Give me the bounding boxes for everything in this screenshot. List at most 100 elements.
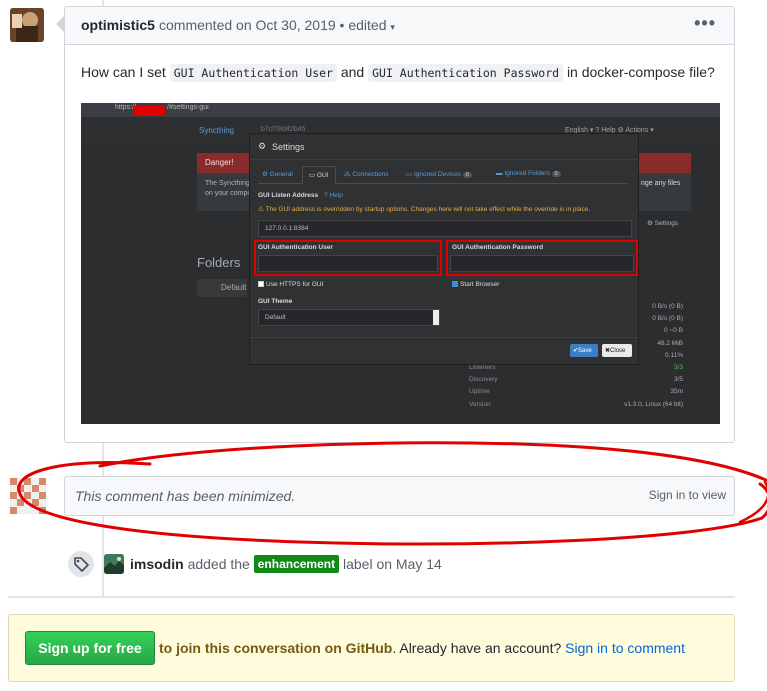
danger-title: Danger!	[205, 158, 234, 167]
chevron-down-icon[interactable]: ▾	[390, 22, 395, 32]
minimized-comment: This comment has been minimized. Sign in…	[64, 476, 735, 516]
modal-header	[250, 134, 638, 160]
comment-meta-text: commented on Oct 30, 2019 • edited	[159, 17, 387, 33]
gear-icon: ⚙	[258, 141, 267, 151]
sign-up-button[interactable]: Sign up for free	[25, 631, 155, 665]
tab-general: ⚙ General	[262, 171, 293, 178]
browser-checkbox: Start Browser	[452, 281, 499, 288]
tag-event-badge	[66, 549, 96, 579]
redaction-mark	[133, 106, 165, 115]
stat-row: Version v1.3.0, Linux (64 bit)	[449, 401, 689, 413]
override-warning: ⚠ The GUI address is overridden by start…	[258, 205, 590, 213]
bg-settings-button: ⚙ Settings	[647, 220, 679, 227]
auth-password-field	[450, 255, 634, 272]
stat-value: 0 B/s (0 B)	[652, 315, 683, 323]
auth-user-label: GUI Authentication User	[258, 244, 333, 251]
save-button: ✔Save	[570, 344, 598, 357]
more-options-icon[interactable]: •••	[694, 13, 716, 34]
stat-label: Discovery	[469, 376, 498, 384]
badge-devices: 0	[462, 172, 472, 178]
help-label: Help	[329, 192, 343, 199]
default-folder-label: Default	[221, 283, 247, 292]
signup-strong: to join this conversation on GitHub	[159, 640, 393, 656]
stat-value: v1.3.0, Linux (64 bit)	[624, 400, 683, 408]
auth-user-field	[258, 255, 438, 272]
select-arrow-icon	[433, 310, 439, 325]
auth-password-label: GUI Authentication Password	[452, 244, 544, 251]
identicon-avatar[interactable]	[10, 478, 46, 514]
close-label: Close	[610, 348, 626, 354]
danger-text: The Syncthing on your compu	[205, 179, 251, 199]
url-path: /#settings-gui	[167, 104, 209, 111]
sign-in-to-comment-link[interactable]: Sign in to comment	[565, 640, 685, 656]
event-action: added the	[187, 556, 250, 572]
checkbox-https	[258, 281, 264, 287]
stat-value: 0.11%	[665, 351, 683, 359]
stat-label: Listeners	[469, 364, 496, 371]
theme-select: Default	[258, 309, 440, 326]
folders-title: Folders	[197, 255, 241, 270]
label-enhancement[interactable]: enhancement	[253, 555, 340, 573]
stat-value: 35m	[670, 388, 683, 396]
avatar[interactable]	[104, 554, 124, 574]
help-link: ? Help	[324, 192, 343, 199]
tab-connections: ⁂ Connections	[344, 170, 388, 178]
listen-address-label: GUI Listen Address	[258, 192, 319, 199]
folder-icon: ▬	[496, 170, 503, 177]
signup-middle: . Already have an account?	[392, 640, 562, 656]
comment-arrow	[56, 16, 64, 32]
danger-right-text: nge any files	[641, 180, 681, 187]
label-event: imsodin added the enhancement label on M…	[130, 555, 442, 573]
embedded-screenshot[interactable]: https:// /#settings-gui Syncthing b7cf78…	[81, 103, 720, 424]
warning-icon: ⚠	[258, 206, 264, 213]
network-icon: ⁂	[344, 171, 351, 178]
stat-value: 48.2 MiB	[657, 339, 683, 347]
tab-ignored-folders: ▬ Ignored Folders 0	[496, 170, 561, 177]
laptop-icon: ▭	[406, 171, 413, 178]
tag-icon	[74, 557, 89, 572]
stat-value: 0 B/s (0 B)	[652, 303, 683, 310]
tab-ignored-devices: ▭ Ignored Devices 0	[406, 170, 472, 178]
settings-tabs: ⚙ General ▭ GUI ⁂ Connections ▭ Ignored …	[258, 166, 628, 184]
tab-ignored-folders-label: Ignored Folders	[504, 170, 550, 177]
https-label: Use HTTPS for GUI	[266, 281, 324, 288]
modal-title: Settings	[272, 142, 305, 152]
avatar[interactable]	[10, 8, 44, 42]
app-brand: Syncthing	[199, 126, 235, 135]
event-suffix: label on May 14	[343, 556, 442, 572]
stat-row: Listeners 3/3	[449, 364, 689, 376]
warning-text: The GUI address is overridden by startup…	[265, 206, 591, 213]
event-actor[interactable]: imsodin	[130, 556, 184, 572]
stat-value: 3/5	[673, 376, 683, 384]
tab-ignored-devices-label: Ignored Devices	[413, 171, 461, 178]
listen-address-field: 127.0.0.1:8384	[258, 220, 632, 237]
code-gui-user: GUI Authentication User	[169, 64, 337, 82]
stat-value: 0 ~0 B	[664, 327, 683, 335]
settings-modal: ⚙ Settings ⚙ General ▭ GUI ⁂ Connections…	[249, 133, 639, 365]
comment-meta: commented on Oct 30, 2019 • edited ▾	[159, 17, 395, 33]
danger-text-line2: on your compu	[205, 190, 252, 197]
danger-text-line1: The Syncthing	[205, 180, 250, 187]
theme-value: Default	[265, 314, 286, 321]
comment-author[interactable]: optimistic5	[81, 17, 155, 33]
comment: optimistic5 commented on Oct 30, 2019 • …	[64, 6, 735, 443]
badge-folders: 0	[551, 171, 561, 177]
stat-label: Version	[469, 400, 491, 408]
divider	[8, 596, 735, 598]
body-prefix: How can I set	[81, 64, 166, 80]
stat-row: Uptime 35m	[449, 388, 689, 400]
signup-text: to join this conversation on GitHub. Alr…	[159, 640, 685, 656]
comment-header: optimistic5 commented on Oct 30, 2019 • …	[65, 7, 734, 45]
sign-in-to-view-link[interactable]: Sign in to view	[649, 488, 726, 502]
question-icon: ?	[324, 192, 328, 199]
modal-footer-divider	[250, 337, 638, 338]
stat-value: 3/3	[673, 364, 683, 371]
comment-body: How can I set GUI Authentication User an…	[81, 61, 721, 85]
browser-label: Start Browser	[460, 281, 500, 288]
tab-gui-label: GUI	[316, 172, 329, 179]
device-id: b7cf78d42b45	[261, 126, 306, 133]
code-gui-password: GUI Authentication Password	[368, 64, 564, 82]
signup-prompt: Sign up for free to join this conversati…	[8, 614, 735, 682]
monitor-icon: ▭	[309, 172, 316, 179]
checkbox-browser	[452, 281, 458, 287]
